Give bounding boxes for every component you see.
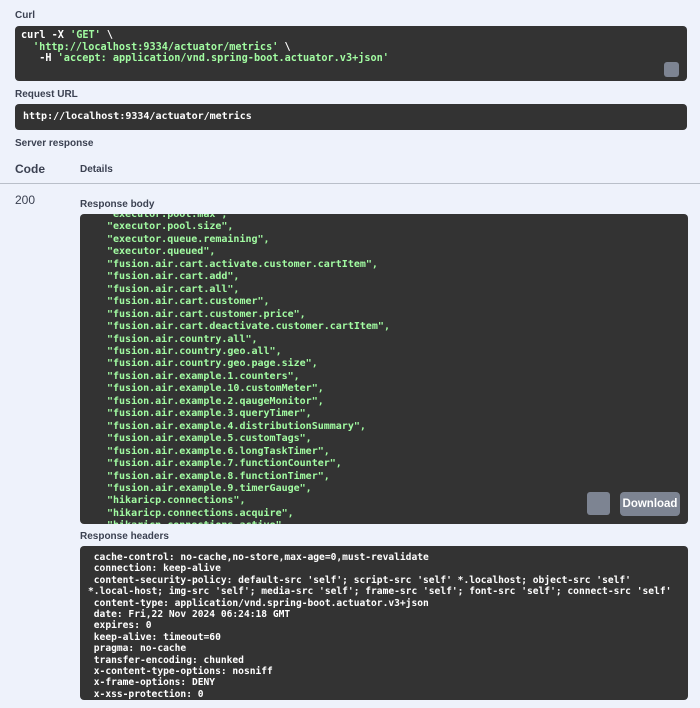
response-body-line: "fusion.air.example.2.qaugeMonitor",	[107, 395, 324, 407]
response-body-line: "fusion.air.country.all",	[107, 333, 258, 345]
response-header-line: expires: 0	[88, 620, 152, 632]
curl-line-2: 'http://localhost:9334/actuator/metrics'…	[33, 41, 291, 53]
response-headers-box[interactable]: cache-control: no-cache,no-store,max-age…	[80, 546, 688, 700]
copy-to-clipboard-icon[interactable]	[664, 62, 679, 77]
response-header-line: cache-control: no-cache,no-store,max-age…	[88, 552, 429, 563]
code-column-header: Code	[15, 162, 45, 176]
response-body-label: Response body	[80, 199, 155, 210]
response-header-line: pragma: no-cache	[88, 643, 187, 655]
response-body-line: "executor.queue.remaining",	[107, 233, 270, 245]
response-body-line: "fusion.air.cart.all",	[107, 283, 240, 295]
response-header-line: date: Fri,22 Nov 2024 06:24:18 GMT	[88, 609, 291, 621]
request-url-label: Request URL	[15, 89, 78, 100]
download-button[interactable]: Download	[620, 492, 680, 516]
response-body-line: "fusion.air.example.7.functionCounter",	[107, 458, 342, 470]
response-body-line: "hikaricp.connections.acquire",	[107, 507, 294, 519]
curl-label: Curl	[15, 10, 35, 21]
response-header-line: content-security-policy: default-src 'se…	[88, 574, 672, 598]
server-response-label: Server response	[15, 138, 94, 149]
response-body-content: "executor.pool.max", "executor.pool.size"…	[107, 214, 390, 524]
response-body-line: "fusion.air.cart.customer.price",	[107, 308, 306, 320]
response-body-line: "fusion.air.country.geo.page.size",	[107, 358, 318, 370]
response-body-line: "fusion.air.cart.customer",	[107, 296, 270, 308]
response-header-line: transfer-encoding: chunked	[88, 654, 244, 666]
response-header-line: content-type: application/vnd.spring-boo…	[88, 597, 429, 609]
response-body-line: "executor.queued",	[107, 246, 216, 258]
curl-line-3: -H 'accept: application/vnd.spring-boot.…	[27, 53, 389, 65]
details-column-header: Details	[80, 164, 113, 175]
response-headers-label: Response headers	[80, 531, 169, 542]
response-body-line: "fusion.air.country.geo.all",	[107, 345, 282, 357]
request-url-box[interactable]: http://localhost:9334/actuator/metrics	[15, 104, 687, 130]
response-body-line: "fusion.air.example.8.functionTimer",	[107, 470, 330, 482]
curl-line-1: curl -X 'GET' \	[21, 30, 114, 41]
table-divider	[0, 183, 700, 184]
response-header-line: x-xss-protection: 0	[88, 688, 204, 700]
response-body-line: "fusion.air.example.5.customTags",	[107, 433, 312, 445]
copy-to-clipboard-icon[interactable]	[587, 492, 610, 515]
response-header-line: x-content-type-options: nosniff	[88, 666, 273, 678]
response-header-line: keep-alive: timeout=60	[88, 631, 221, 643]
response-header-line: connection: keep-alive	[88, 563, 221, 575]
response-body-line: "fusion.air.example.1.counters",	[107, 370, 300, 382]
response-body-line: "fusion.air.example.10.customMeter",	[107, 383, 324, 395]
response-body-line: "executor.pool.size",	[107, 221, 234, 233]
response-body-line: "fusion.air.example.6.longTaskTimer",	[107, 445, 330, 457]
response-body-line: "fusion.air.example.9.timerGauge",	[107, 482, 312, 494]
response-body-line: "fusion.air.cart.activate.customer.cartI…	[107, 258, 378, 270]
response-body-line: "hikaricp.connections",	[107, 495, 246, 507]
response-body-box[interactable]: "executor.pool.max", "executor.pool.size"…	[80, 214, 688, 524]
response-code: 200	[15, 193, 36, 207]
response-body-line: "hikaricp.connections.active",	[107, 520, 390, 524]
response-header-line: x-frame-options: DENY	[88, 677, 216, 689]
response-body-line: "fusion.air.cart.add",	[107, 271, 240, 283]
response-body-line: "fusion.air.example.3.queryTimer",	[107, 408, 312, 420]
response-body-line: "fusion.air.example.4.distributionSummar…	[107, 420, 366, 432]
curl-command-box[interactable]: curl -X 'GET' \ 'http://localhost:9334/a…	[15, 26, 687, 81]
response-body-line: "fusion.air.cart.deactivate.customer.car…	[107, 321, 390, 333]
